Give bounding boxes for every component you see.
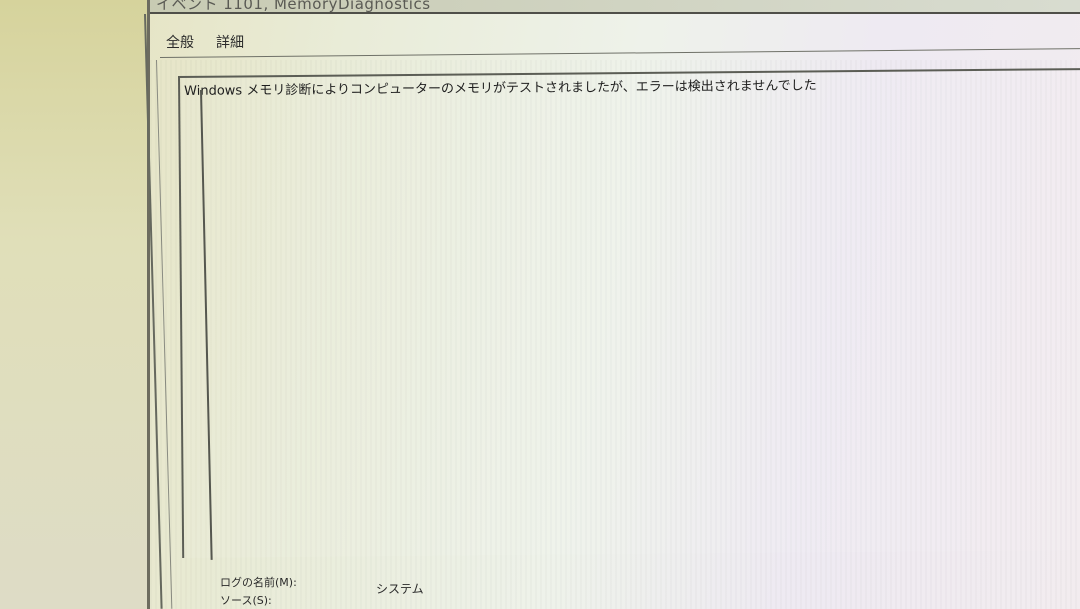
source-label: ソース(S): (220, 594, 272, 607)
tab-divider (160, 48, 1080, 58)
tab-general[interactable]: 全般 (162, 30, 198, 55)
window-titlebar[interactable]: イベント 1101, MemoryDiagnostics (150, 0, 1080, 14)
tab-details[interactable]: 詳細 (212, 30, 248, 54)
window-title: イベント 1101, MemoryDiagnostics (156, 0, 431, 13)
event-description-text: Windows メモリ診断によりコンピューターのメモリがテストされましたが、エラ… (184, 78, 817, 99)
monitor-bezel (0, 0, 150, 609)
log-name-value: システム (376, 582, 424, 596)
event-description-box[interactable]: Windows メモリ診断によりコンピューターのメモリがテストされましたが、エラ… (178, 67, 1080, 558)
tab-bar: 全般 詳細 (162, 28, 248, 56)
log-name-label: ログの名前(M): (220, 576, 297, 589)
